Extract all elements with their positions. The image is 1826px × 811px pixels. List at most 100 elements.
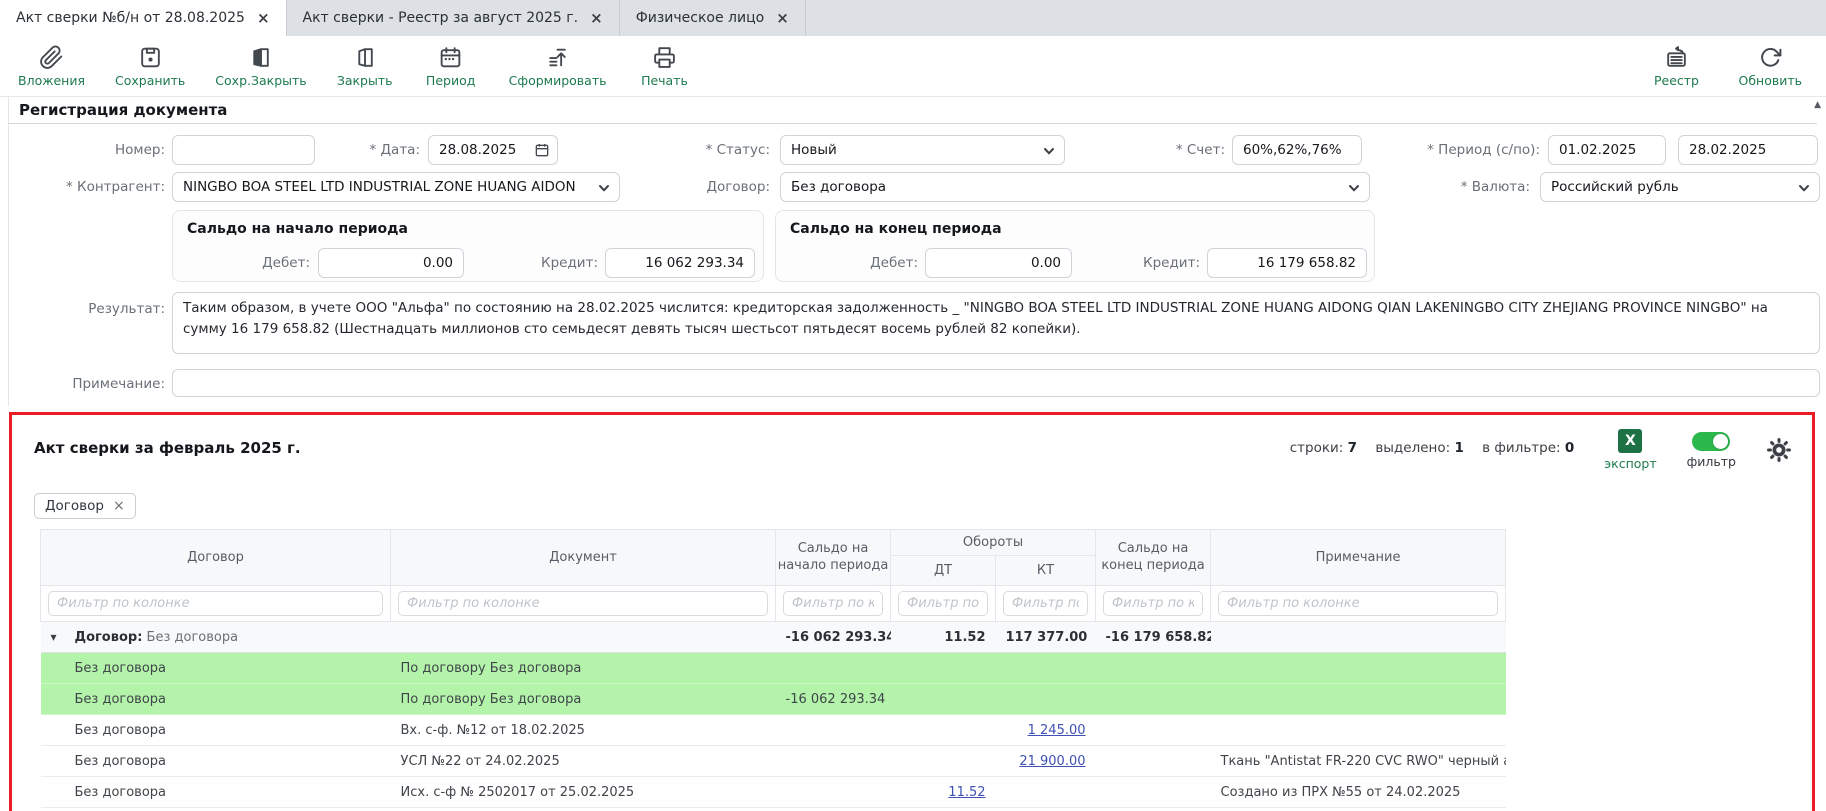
period-label: * Период (с/по):: [1390, 135, 1540, 165]
filter-input-document[interactable]: [398, 591, 768, 616]
currency-select[interactable]: Российский рубль: [1540, 172, 1820, 202]
group-cell-note: [1211, 622, 1506, 653]
filter-input-kt[interactable]: [1003, 591, 1088, 616]
cell-note: Создано из ПРХ №55 от 24.02.2025: [1211, 777, 1506, 808]
filter-input-saldo-end[interactable]: [1103, 591, 1203, 616]
document-amount-link[interactable]: 11.52: [891, 777, 996, 808]
saldo-start-debit-input: 0.00: [318, 248, 464, 278]
table-row[interactable]: Без договора По договору Без договора: [41, 653, 1506, 684]
contractor-label: * Контрагент:: [20, 172, 165, 202]
col-header-dt[interactable]: ДТ: [891, 556, 996, 586]
col-header-kt[interactable]: КТ: [996, 556, 1096, 586]
date-input[interactable]: 28.08.2025: [428, 135, 558, 165]
account-input[interactable]: 60%,62%,76%: [1232, 135, 1362, 165]
print-button[interactable]: Печать: [636, 45, 692, 88]
tab-reestr[interactable]: Акт сверки - Реестр за август 2025 г. ×: [287, 0, 620, 36]
cell-dt: [891, 746, 996, 777]
filter-input-contract[interactable]: [48, 591, 383, 616]
saldo-start-title: Сальдо на начало периода: [173, 211, 763, 237]
reconciliation-table: Договор Документ Сальдо на начало период…: [40, 529, 1506, 811]
saldo-start-credit-input: 16 062 293.34: [605, 248, 755, 278]
close-button[interactable]: Закрыть: [337, 45, 393, 88]
document-amount-link[interactable]: 1 245.00: [996, 715, 1096, 746]
excel-icon: X: [1618, 429, 1642, 453]
date-label: * Дата:: [280, 135, 420, 165]
tab-act-sverki[interactable]: Акт сверки №б/н от 28.08.2025 ×: [0, 0, 287, 36]
cell-document: Вх. с-ф. №…: [391, 808, 776, 811]
refresh-button[interactable]: Обновить: [1738, 45, 1802, 88]
registry-button[interactable]: Реестр: [1648, 45, 1704, 88]
reconciliation-grid-section: Акт сверки за февраль 2025 г. строки: 7 …: [9, 412, 1815, 811]
filter-input-dt[interactable]: [898, 591, 988, 616]
cell-note: [1211, 808, 1506, 811]
saldo-end-credit-label: Кредит:: [1090, 248, 1200, 278]
tab-fizlico[interactable]: Физическое лицо ×: [620, 0, 806, 36]
note-input[interactable]: [172, 369, 1820, 397]
period-to-input[interactable]: 28.02.2025: [1678, 135, 1818, 165]
paperclip-icon: [39, 45, 64, 70]
calendar-icon[interactable]: [534, 142, 550, 158]
cell-saldo-end: [1096, 715, 1211, 746]
save-close-button[interactable]: Сохр.Закрыть: [215, 45, 306, 88]
toolbar-label: Сформировать: [509, 73, 607, 88]
table-row[interactable]: Без договора По договору Без договора -1…: [41, 684, 1506, 715]
cell-document: По договору Без договора: [391, 684, 776, 715]
table-row[interactable]: Без договора УСЛ №22 от 24.02.2025 21 90…: [41, 746, 1506, 777]
cell-kt: [996, 684, 1096, 715]
chip-label: Договор: [45, 498, 104, 514]
document-amount-link[interactable]: 24 232.00: [996, 808, 1096, 811]
rows-count-label: строки:: [1290, 440, 1344, 456]
collapse-arrow-icon[interactable]: ▾: [48, 630, 56, 644]
attachments-button[interactable]: Вложения: [18, 45, 85, 88]
toggle-on-icon[interactable]: [1692, 432, 1730, 451]
close-icon[interactable]: ×: [590, 9, 603, 27]
filter-input-saldo-start[interactable]: [783, 591, 883, 616]
generate-button[interactable]: Сформировать: [509, 45, 607, 88]
document-amount-link[interactable]: 21 900.00: [996, 746, 1096, 777]
period-from-input[interactable]: 01.02.2025: [1548, 135, 1666, 165]
close-icon[interactable]: ×: [113, 498, 125, 514]
filter-row: [41, 586, 1506, 622]
group-row[interactable]: ▾ Договор: Без договора -16 062 293.34 1…: [41, 622, 1506, 653]
grid-title: Акт сверки за февраль 2025 г.: [34, 439, 301, 457]
group-label: Договор:: [75, 630, 143, 645]
save-button[interactable]: Сохранить: [115, 45, 185, 88]
cell-document: Вх. с-ф. №12 от 18.02.2025: [391, 715, 776, 746]
close-icon[interactable]: ×: [257, 9, 270, 27]
app-window: Акт сверки №б/н от 28.08.2025 × Акт свер…: [0, 0, 1826, 811]
group-cell-saldo-start: -16 062 293.34: [776, 622, 891, 653]
col-header-saldo-end[interactable]: Сальдо на конец периода: [1096, 530, 1211, 586]
col-header-contract[interactable]: Договор: [41, 530, 391, 586]
group-chip-contract[interactable]: Договор ×: [34, 493, 136, 519]
period-button[interactable]: Период: [423, 45, 479, 88]
status-select[interactable]: Новый: [780, 135, 1065, 165]
cell-contract: Без договора: [65, 715, 391, 746]
grid-header: Акт сверки за февраль 2025 г. строки: 7 …: [12, 415, 1812, 471]
result-textarea[interactable]: Таким образом, в учете ООО "Альфа" по со…: [172, 292, 1820, 354]
cell-document: Исх. с-ф № 2502017 от 25.02.2025: [391, 777, 776, 808]
filter-toggle[interactable]: фильтр: [1687, 429, 1736, 469]
contractor-value: NINGBO BOA STEEL LTD INDUSTRIAL ZONE HUA…: [183, 179, 576, 195]
save-close-door-icon: [248, 45, 273, 70]
cell-saldo-start: -16 062 293.34: [776, 684, 891, 715]
result-label: Результат:: [20, 294, 165, 324]
export-button[interactable]: X экспорт: [1604, 429, 1656, 471]
table-row[interactable]: Без договора Исх. с-ф № 2502017 от 25.02…: [41, 777, 1506, 808]
filter-input-note[interactable]: [1218, 591, 1498, 616]
settings-button[interactable]: [1766, 437, 1792, 467]
filtered-count-label: в фильтре:: [1482, 440, 1560, 456]
cell-contract: Без договора: [65, 777, 391, 808]
scroll-up-arrow[interactable]: ▲: [1814, 100, 1821, 110]
close-icon[interactable]: ×: [776, 9, 789, 27]
contract-select[interactable]: Без договора: [780, 172, 1370, 202]
save-icon: [138, 45, 163, 70]
col-header-document[interactable]: Документ: [391, 530, 776, 586]
cell-saldo-end: [1096, 777, 1211, 808]
cell-note: [1211, 715, 1506, 746]
col-header-saldo-start[interactable]: Сальдо на начало периода: [776, 530, 891, 586]
table-row-partial[interactable]: Без договора Вх. с-ф. №… 24 232.00: [41, 808, 1506, 811]
table-row[interactable]: Без договора Вх. с-ф. №12 от 18.02.2025 …: [41, 715, 1506, 746]
contractor-select[interactable]: NINGBO BOA STEEL LTD INDUSTRIAL ZONE HUA…: [172, 172, 620, 202]
cell-saldo-end: [1096, 746, 1211, 777]
col-header-note[interactable]: Примечание: [1211, 530, 1506, 586]
